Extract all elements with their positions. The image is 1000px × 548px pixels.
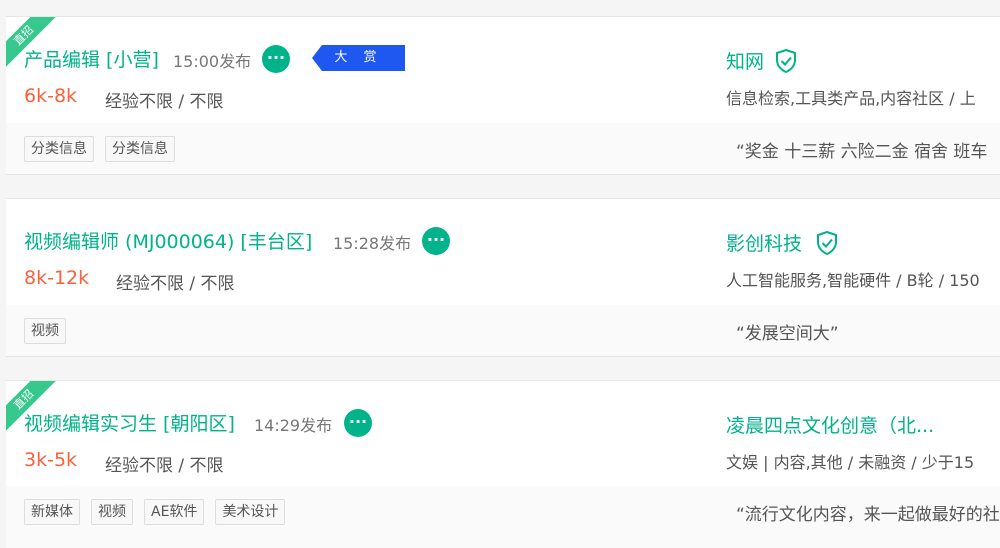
job-title-link[interactable]: 视频编辑实习生 [朝阳区] xyxy=(24,409,235,436)
skill-tag[interactable]: 分类信息 xyxy=(105,136,175,162)
job-card[interactable]: 直招 视频编辑实习生 [朝阳区] 14:29发布 ··· 3k-5k 经验不限 … xyxy=(6,380,1000,548)
company-industry: 人工智能服务,智能硬件 / B轮 / 150 xyxy=(726,271,980,290)
job-card[interactable]: 视频编辑师 (MJ000064) [丰台区] 15:28发布 ··· 8k-12… xyxy=(6,198,1000,357)
chat-icon[interactable]: ··· xyxy=(422,227,450,255)
requirements: 经验不限 / 不限 xyxy=(105,92,224,112)
skill-tag[interactable]: 美术设计 xyxy=(215,499,286,525)
job-title-link[interactable]: 视频编辑师 (MJ000064) [丰台区] xyxy=(24,227,312,254)
company-name-link[interactable]: 知网 xyxy=(726,47,764,74)
skill-tag[interactable]: 新媒体 xyxy=(24,499,80,525)
award-badge: 大 赏 xyxy=(312,45,405,71)
skill-tags: 新媒体 视频 AE软件 美术设计 xyxy=(24,499,286,525)
benefits-text: “流行文化内容，来一起做最好的社 xyxy=(736,505,1000,525)
company-name-link[interactable]: 凌晨四点文化创意（北... xyxy=(726,411,934,438)
skill-tags: 视频 xyxy=(24,318,66,344)
verified-shield-icon xyxy=(776,49,796,73)
chat-icon[interactable]: ··· xyxy=(344,409,372,437)
salary: 3k-5k xyxy=(24,449,78,471)
chat-icon[interactable]: ··· xyxy=(262,45,290,73)
skill-tag[interactable]: 视频 xyxy=(24,318,66,344)
company-industry: 文娱 | 内容,其他 / 未融资 / 少于15 xyxy=(726,453,975,472)
publish-time: 15:28发布 xyxy=(333,234,412,253)
skill-tag[interactable]: 视频 xyxy=(91,499,133,525)
salary: 6k-8k xyxy=(24,85,78,107)
requirements: 经验不限 / 不限 xyxy=(105,456,224,476)
skill-tag[interactable]: AE软件 xyxy=(144,499,205,525)
salary: 8k-12k xyxy=(24,267,90,289)
skill-tag[interactable]: 分类信息 xyxy=(24,136,94,162)
benefits-text: “发展空间大” xyxy=(736,324,839,344)
company-industry: 信息检索,工具类产品,内容社区 / 上 xyxy=(726,89,976,108)
requirements: 经验不限 / 不限 xyxy=(116,274,235,294)
job-title-link[interactable]: 产品编辑 [小营] xyxy=(24,45,159,72)
job-card[interactable]: 直招 产品编辑 [小营] 15:00发布 ··· 大 赏 6k-8k 经验不限 … xyxy=(6,16,1000,175)
company-name-link[interactable]: 影创科技 xyxy=(726,229,802,256)
publish-time: 15:00发布 xyxy=(173,52,252,71)
verified-shield-icon xyxy=(817,231,837,255)
skill-tags: 分类信息 分类信息 xyxy=(24,136,175,162)
publish-time: 14:29发布 xyxy=(254,416,333,435)
benefits-text: “奖金 十三薪 六险二金 宿舍 班车 xyxy=(736,142,988,162)
